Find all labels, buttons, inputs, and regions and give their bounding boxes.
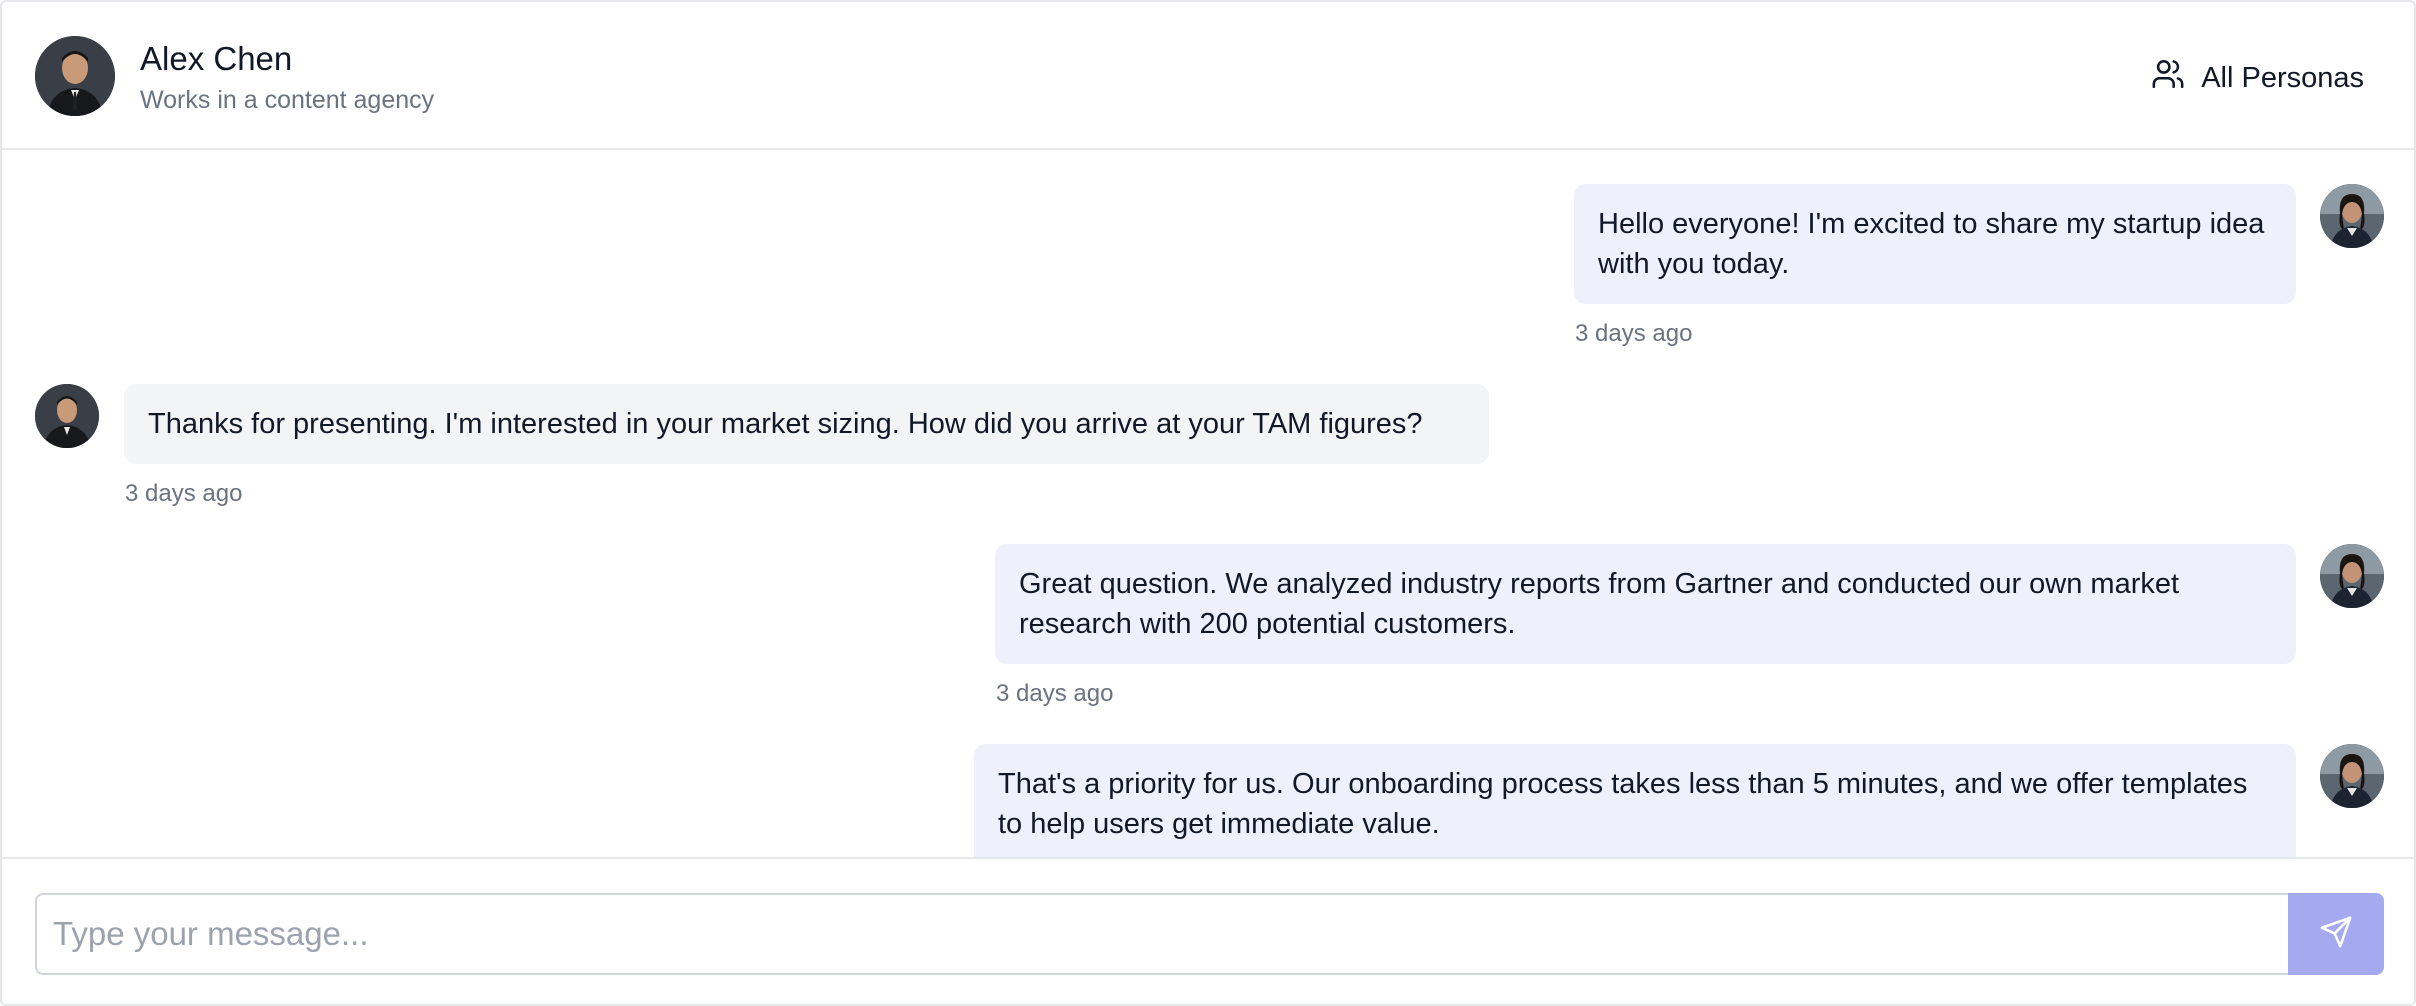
message-text: That's a priority for us. Our onboarding…: [998, 768, 2248, 840]
chat-header: Alex Chen Works in a content agency All …: [2, 2, 2414, 150]
persona-name: Alex Chen: [140, 40, 293, 77]
message-text: Great question. We analyzed industry rep…: [1019, 568, 2180, 640]
message-bubble-user: That's a priority for us. Our onboarding…: [974, 744, 2296, 857]
send-icon: [2319, 915, 2353, 954]
persona-message-avatar: [35, 384, 99, 448]
all-personas-button[interactable]: All Personas: [2151, 56, 2364, 100]
users-icon: [2151, 57, 2185, 99]
user-avatar: [2320, 184, 2384, 248]
message-bubble-user: Great question. We analyzed industry rep…: [995, 544, 2296, 664]
message-list[interactable]: Hello everyone! I'm excited to share my …: [2, 152, 2414, 857]
all-personas-label: All Personas: [2201, 61, 2364, 94]
message-timestamp: 3 days ago: [125, 480, 243, 507]
send-button[interactable]: [2288, 893, 2384, 975]
user-avatar: [2320, 544, 2384, 608]
persona-avatar: [35, 36, 115, 116]
message-bubble-persona: Thanks for presenting. I'm interested in…: [124, 384, 1489, 464]
message-bubble-user: Hello everyone! I'm excited to share my …: [1574, 184, 2296, 304]
message-input[interactable]: [35, 893, 2289, 975]
message-text: Thanks for presenting. I'm interested in…: [148, 408, 1423, 440]
message-timestamp: 3 days ago: [996, 680, 1114, 707]
user-avatar: [2320, 744, 2384, 808]
message-timestamp: 3 days ago: [1575, 320, 1693, 347]
message-composer: [2, 857, 2414, 1004]
persona-role: Works in a content agency: [140, 86, 435, 114]
message-text: Hello everyone! I'm excited to share my …: [1598, 208, 2265, 280]
chat-window: Alex Chen Works in a content agency All …: [0, 0, 2416, 1006]
